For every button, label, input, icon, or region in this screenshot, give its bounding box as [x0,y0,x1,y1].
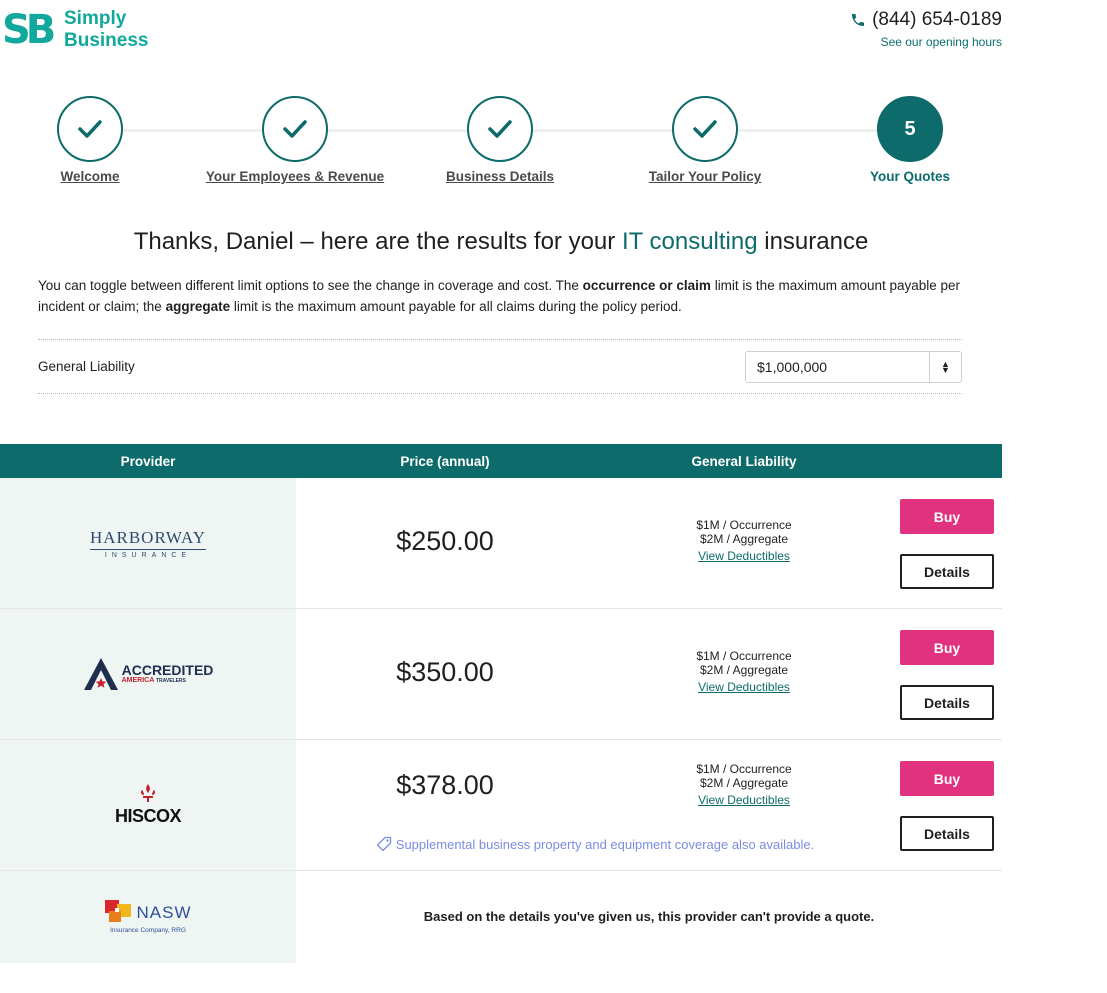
logo-subtext: AMERICA [121,677,155,684]
check-icon [57,96,123,162]
title-suffix: insurance [757,228,869,255]
view-deductibles-link[interactable]: View Deductibles [698,793,790,807]
nasw-logo: NASW Insurance Company, RRG [104,900,192,934]
aggregate-limit: $2M / Aggregate [699,532,789,546]
check-icon [672,96,738,162]
page-title: Thanks, Daniel – here are the results fo… [0,228,1002,256]
buy-button[interactable]: Buy [900,630,994,665]
tag-icon [376,836,391,852]
title-business-type: IT consulting [621,228,758,255]
liability-limits: $1M / Occurrence $2M / Aggregate View De… [594,649,894,694]
header-price: Price (annual) [400,453,490,469]
hiscox-logo: HISCOX [114,783,182,827]
intro-bold: aggregate [165,299,231,314]
step-label[interactable]: Your Employees & Revenue [206,169,384,184]
step-label[interactable]: Welcome [60,169,119,184]
phone-icon [852,14,865,26]
occurrence-limit: $1M / Occurrence [696,518,792,532]
view-deductibles-link[interactable]: View Deductibles [698,549,790,563]
phone-number[interactable]: (844) 654-0189 [850,9,1002,31]
step-label[interactable]: Tailor Your Policy [649,169,762,184]
step-business-details[interactable]: Business Details [400,96,600,185]
harborway-logo: HARBORWAY INSURANCE [89,528,207,559]
provider-cell: HISCOX [0,740,296,870]
step-welcome[interactable]: Welcome [0,96,190,185]
table-row: HISCOX $378.00 $1M / Occurrence $2M / Ag… [0,740,1002,871]
price: $350.00 [396,657,494,687]
liability-limits: $1M / Occurrence $2M / Aggregate View De… [594,762,894,807]
table-row: ACCREDITED AMERICA TRAVELERS $350.00 $1M… [0,609,1002,740]
buy-button[interactable]: Buy [900,761,994,796]
intro-part: limit is the maximum amount payable for … [230,299,682,314]
occurrence-limit: $1M / Occurrence [696,649,792,663]
logo-mark: SB [2,7,56,53]
details-button[interactable]: Details [900,554,994,589]
logo-text: HARBORWAY [89,528,207,550]
liability-limits: $1M / Occurrence $2M / Aggregate View De… [594,518,894,563]
logo-subtext: TRAVELERS [155,678,186,684]
limit-selector-row: General Liability $1,000,000 ▲ ▼ [38,339,962,394]
general-liability-limit-select[interactable]: $1,000,000 ▲ ▼ [745,350,962,383]
contact-block: (844) 654-0189 See our opening hours [850,9,1002,50]
nasw-squares-icon [104,900,131,922]
price: $250.00 [396,526,494,556]
provider-cell: ACCREDITED AMERICA TRAVELERS [0,609,296,739]
no-quote-message: Based on the details you've given us, th… [423,909,875,924]
progress-stepper: Welcome Your Employees & Revenue Busines… [0,96,1002,196]
logo-text-line1: Simply [64,8,127,29]
price: $378.00 [396,770,494,800]
step-label[interactable]: Business Details [446,169,554,184]
accredited-logo: ACCREDITED AMERICA TRAVELERS [83,657,214,691]
supplemental-text: Supplemental business property and equip… [395,837,815,852]
supplemental-note: Supplemental business property and equip… [296,836,894,852]
provider-cell: HARBORWAY INSURANCE [0,478,296,608]
accredited-a-icon [83,658,118,690]
logo-subtext: INSURANCE [104,551,192,559]
check-icon [467,96,533,162]
header-general-liability: General Liability [691,453,797,469]
limit-selector-label: General Liability [38,359,135,374]
header-provider: Provider [120,453,176,469]
logo-subtext: Insurance Company, RRG [110,927,186,934]
step-employees-revenue[interactable]: Your Employees & Revenue [195,96,395,185]
logo-text: Simply Business [64,8,148,52]
aggregate-limit: $2M / Aggregate [699,776,789,790]
provider-cell: NASW Insurance Company, RRG [0,871,296,963]
logo-text: ACCREDITED [121,662,214,678]
quotes-table: Provider Price (annual) General Liabilit… [0,444,1002,963]
select-value: $1,000,000 [757,358,828,375]
simply-business-logo[interactable]: SB Simply Business [2,8,148,52]
view-deductibles-link[interactable]: View Deductibles [698,680,790,694]
table-row: NASW Insurance Company, RRG Based on the… [0,871,1002,963]
details-button[interactable]: Details [900,685,994,720]
phone-number-text: (844) 654-0189 [872,9,1002,30]
details-button[interactable]: Details [900,816,994,851]
hiscox-fleur-icon [140,783,156,802]
opening-hours-link[interactable]: See our opening hours [881,35,1002,49]
intro-bold: occurrence or claim [582,278,711,293]
title-prefix: Thanks, Daniel – here are the results fo… [133,228,622,255]
step-number-badge: 5 [877,96,943,162]
logo-text: NASW [136,903,192,922]
logo-text: HISCOX [114,805,182,826]
check-icon [262,96,328,162]
step-your-quotes: 5 Your Quotes [810,96,1010,185]
logo-text-line2: Business [64,30,149,51]
buy-button[interactable]: Buy [900,499,994,534]
aggregate-limit: $2M / Aggregate [699,663,789,677]
table-header: Provider Price (annual) General Liabilit… [0,444,1002,478]
step-tailor-policy[interactable]: Tailor Your Policy [605,96,805,185]
intro-part: You can toggle between different limit o… [38,278,583,293]
intro-text: You can toggle between different limit o… [38,275,968,317]
occurrence-limit: $1M / Occurrence [696,762,792,776]
select-arrows-icon: ▲ ▼ [929,351,961,382]
step-label: Your Quotes [869,169,950,184]
table-row: HARBORWAY INSURANCE $250.00 $1M / Occurr… [0,478,1002,609]
